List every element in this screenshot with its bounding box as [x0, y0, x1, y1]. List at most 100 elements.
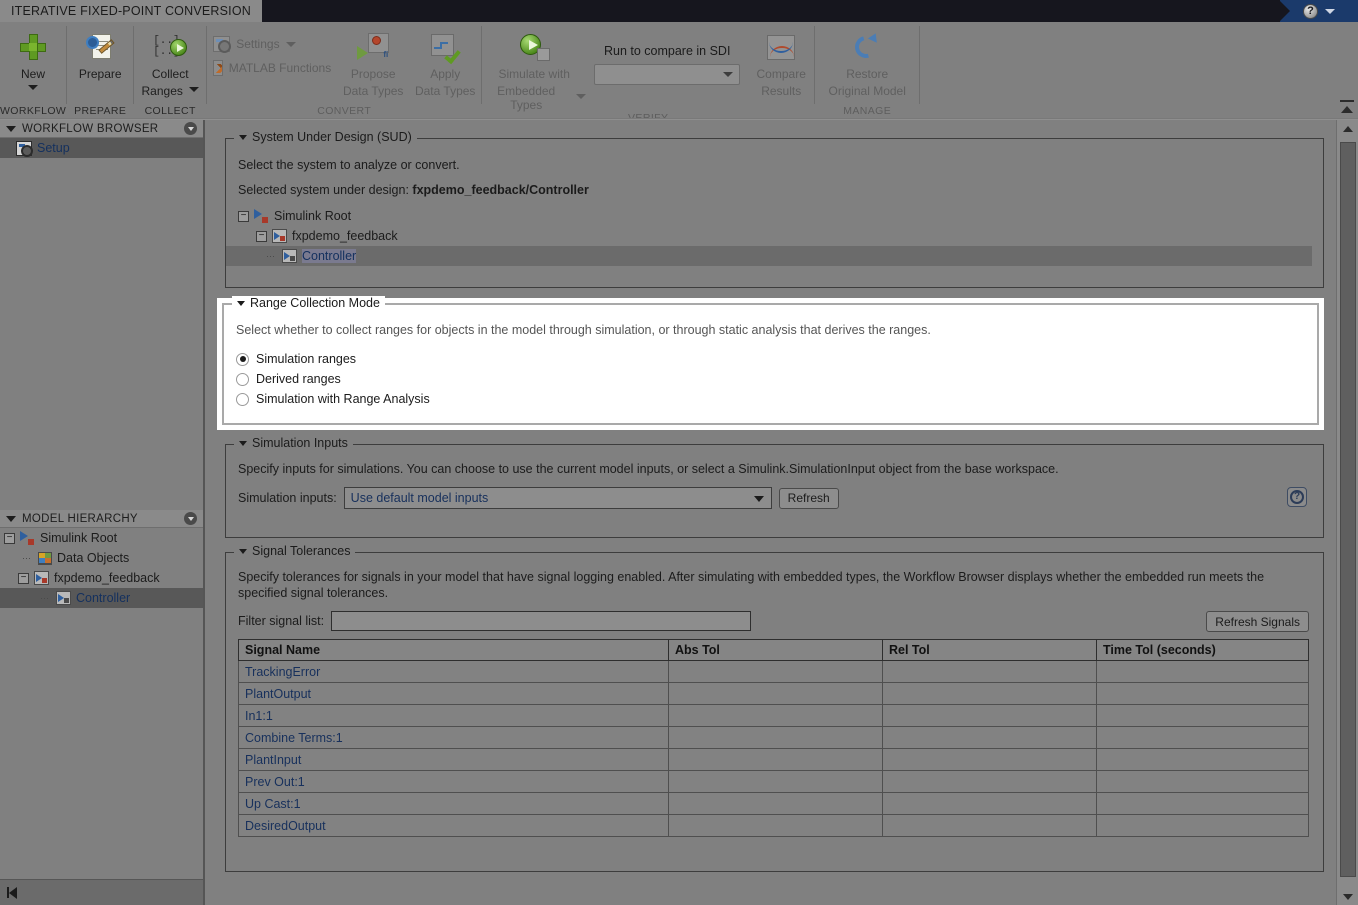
cell-rel-tol[interactable] [883, 705, 1097, 727]
cell-rel-tol[interactable] [883, 661, 1097, 683]
cell-abs-tol[interactable] [669, 705, 883, 727]
cell-time-tol[interactable] [1097, 815, 1309, 837]
filter-signal-list-input[interactable] [331, 611, 751, 631]
propose-data-types-button[interactable]: fi Propose Data Types [337, 26, 409, 98]
tree-item-data-objects[interactable]: ⋯ Data Objects [0, 548, 203, 568]
cell-time-tol[interactable] [1097, 705, 1309, 727]
settings-menu-button[interactable]: Settings [207, 32, 337, 56]
help-circle-icon[interactable]: ? [1303, 4, 1318, 19]
restore-original-model-button[interactable]: Restore Original Model [815, 26, 919, 98]
settings-caret-icon[interactable] [286, 42, 296, 47]
chevron-down-icon[interactable] [723, 72, 733, 77]
tree-item-controller[interactable]: ⋯ Controller [0, 588, 203, 608]
cell-rel-tol[interactable] [883, 793, 1097, 815]
tree-item-fxpdemo-feedback[interactable]: − fxpdemo_feedback [0, 568, 203, 588]
radio-simulation-ranges-indicator[interactable] [236, 353, 249, 366]
radio-derived-ranges-indicator[interactable] [236, 373, 249, 386]
help-button-icon[interactable]: ? [1287, 487, 1307, 507]
chevron-down-icon[interactable] [1325, 9, 1335, 14]
table-row[interactable]: PlantOutput [239, 683, 1309, 705]
cell-time-tol[interactable] [1097, 771, 1309, 793]
cell-abs-tol[interactable] [669, 771, 883, 793]
sud-legend[interactable]: System Under Design (SUD) [234, 130, 417, 144]
apply-data-types-button[interactable]: Apply Data Types [409, 26, 481, 98]
table-row[interactable]: In1:1 [239, 705, 1309, 727]
cell-time-tol[interactable] [1097, 727, 1309, 749]
table-row[interactable]: Prev Out:1 [239, 771, 1309, 793]
sdi-run-select[interactable] [594, 64, 740, 85]
triangle-down-icon[interactable] [239, 135, 247, 140]
column-header-signal-name[interactable]: Signal Name [239, 640, 669, 661]
triangle-down-icon[interactable] [6, 126, 16, 132]
cell-signal-name[interactable]: TrackingError [239, 661, 669, 683]
radio-simulation-with-range-analysis-indicator[interactable] [236, 393, 249, 406]
cell-abs-tol[interactable] [669, 793, 883, 815]
cell-abs-tol[interactable] [669, 683, 883, 705]
collect-ranges-button[interactable]: [..] [..] Collect Ranges [134, 26, 206, 98]
matlab-functions-button[interactable]: MATLAB Functions [207, 56, 337, 80]
column-header-abs-tol[interactable]: Abs Tol [669, 640, 883, 661]
table-row[interactable]: DesiredOutput [239, 815, 1309, 837]
cell-time-tol[interactable] [1097, 749, 1309, 771]
simulation-inputs-legend[interactable]: Simulation Inputs [234, 436, 353, 450]
expander-icon[interactable]: − [4, 533, 15, 544]
sud-tree-item-controller[interactable]: ⋯ Controller [226, 246, 1312, 266]
column-header-time-tol[interactable]: Time Tol (seconds) [1097, 640, 1309, 661]
triangle-down-icon[interactable] [239, 441, 247, 446]
triangle-down-icon[interactable] [239, 549, 247, 554]
simulate-with-embedded-types-button[interactable]: Simulate with Embedded Types [482, 26, 586, 112]
cell-rel-tol[interactable] [883, 815, 1097, 837]
panel-menu-icon[interactable] [184, 512, 197, 525]
expander-icon[interactable]: − [256, 231, 267, 242]
chevron-down-icon[interactable] [754, 496, 764, 502]
triangle-down-icon[interactable] [6, 516, 16, 522]
tab-iterative-fixed-point-conversion[interactable]: ITERATIVE FIXED-POINT CONVERSION [0, 0, 262, 22]
scroll-down-icon[interactable] [1337, 888, 1358, 905]
cell-signal-name[interactable]: PlantOutput [239, 683, 669, 705]
cell-signal-name[interactable]: DesiredOutput [239, 815, 669, 837]
table-row[interactable]: TrackingError [239, 661, 1309, 683]
radio-derived-ranges[interactable]: Derived ranges [236, 369, 1305, 389]
cell-signal-name[interactable]: Combine Terms:1 [239, 727, 669, 749]
table-row[interactable]: PlantInput [239, 749, 1309, 771]
cell-time-tol[interactable] [1097, 793, 1309, 815]
triangle-down-icon[interactable] [237, 301, 245, 306]
scroll-up-icon[interactable] [1337, 120, 1358, 137]
scrollbar-thumb[interactable] [1340, 142, 1356, 877]
table-row[interactable]: Up Cast:1 [239, 793, 1309, 815]
cell-time-tol[interactable] [1097, 683, 1309, 705]
go-to-start-icon[interactable] [7, 887, 17, 899]
cell-abs-tol[interactable] [669, 749, 883, 771]
prepare-button[interactable]: Prepare [67, 26, 133, 94]
cell-signal-name[interactable]: Up Cast:1 [239, 793, 669, 815]
collect-ranges-dropdown-caret-icon[interactable] [189, 87, 199, 92]
sud-tree-item-fxpdemo-feedback[interactable]: − fxpdemo_feedback [238, 226, 1311, 246]
new-button[interactable]: New [0, 26, 66, 94]
workflow-item-setup[interactable]: Setup [0, 138, 203, 158]
cell-abs-tol[interactable] [669, 727, 883, 749]
cell-time-tol[interactable] [1097, 661, 1309, 683]
cell-rel-tol[interactable] [883, 727, 1097, 749]
radio-simulation-ranges[interactable]: Simulation ranges [236, 349, 1305, 369]
rcm-legend[interactable]: Range Collection Mode [232, 296, 385, 310]
cell-rel-tol[interactable] [883, 771, 1097, 793]
radio-simulation-with-range-analysis[interactable]: Simulation with Range Analysis [236, 389, 1305, 409]
cell-abs-tol[interactable] [669, 815, 883, 837]
simulate-dropdown-caret-icon[interactable] [576, 94, 586, 99]
column-header-rel-tol[interactable]: Rel Tol [883, 640, 1097, 661]
simulation-inputs-select[interactable]: Use default model inputs [344, 487, 772, 509]
new-dropdown-caret-icon[interactable] [28, 85, 38, 90]
cell-abs-tol[interactable] [669, 661, 883, 683]
expander-icon[interactable]: − [18, 573, 29, 584]
cell-signal-name[interactable]: PlantInput [239, 749, 669, 771]
collapse-ribbon-button[interactable] [1336, 98, 1358, 120]
cell-rel-tol[interactable] [883, 683, 1097, 705]
help-banner[interactable]: ? [1280, 0, 1358, 22]
main-vertical-scrollbar[interactable] [1336, 120, 1358, 905]
refresh-signals-button[interactable]: Refresh Signals [1206, 611, 1309, 632]
expander-icon[interactable]: − [238, 211, 249, 222]
table-row[interactable]: Combine Terms:1 [239, 727, 1309, 749]
cell-signal-name[interactable]: In1:1 [239, 705, 669, 727]
sud-tree-item-simulink-root[interactable]: − Simulink Root [238, 206, 1311, 226]
refresh-button[interactable]: Refresh [779, 488, 839, 509]
